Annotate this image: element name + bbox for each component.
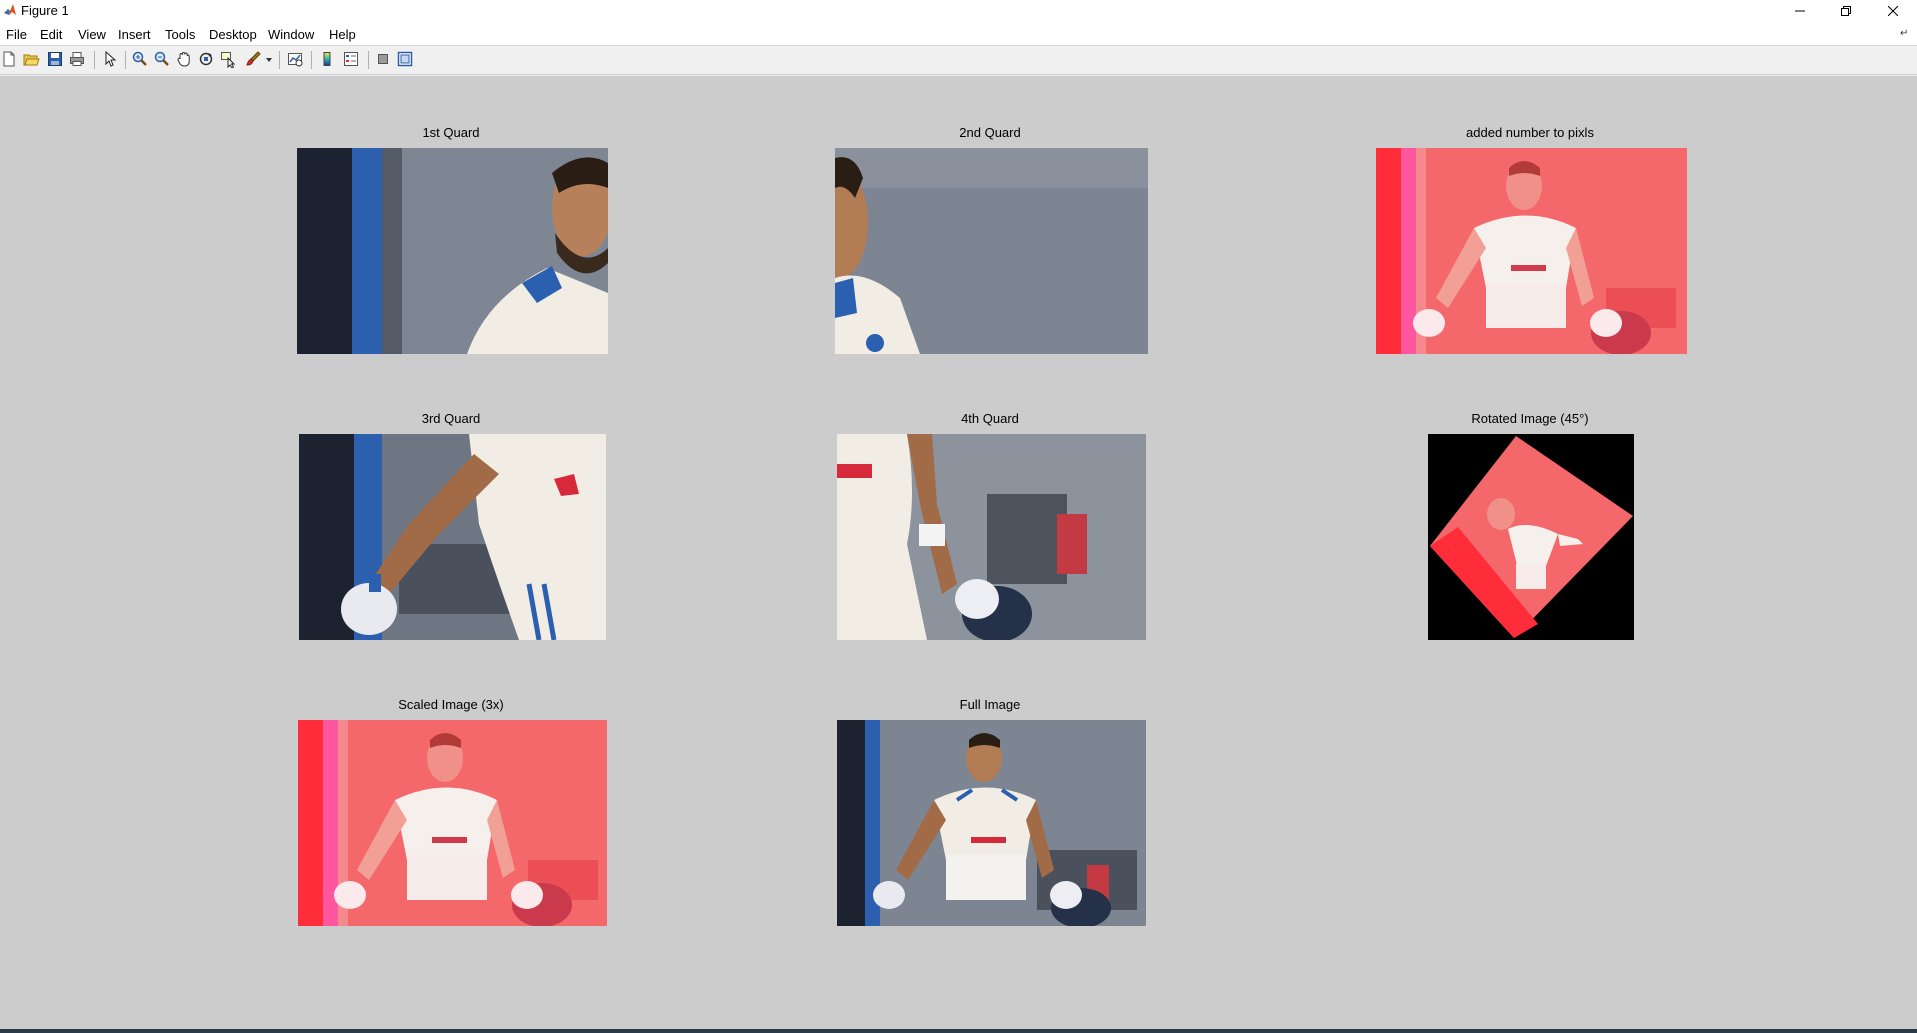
hide-plot-tools-icon[interactable] <box>374 50 392 68</box>
subplot-image-4th-quard[interactable] <box>837 434 1146 640</box>
toolbar-separator <box>311 51 312 69</box>
subplot-title-full-image: Full Image <box>959 697 1021 712</box>
subplot-title-3rd-quard: 3rd Quard <box>421 411 481 426</box>
menu-tools[interactable]: Tools <box>165 27 195 42</box>
restore-icon <box>1841 6 1851 16</box>
subplot-image-1st-quard[interactable] <box>297 148 608 354</box>
open-file-icon[interactable] <box>22 50 40 68</box>
subplot-image-scaled-image[interactable] <box>298 720 607 926</box>
subplot-title-4th-quard: 4th Quard <box>961 411 1019 426</box>
zoom-out-icon[interactable] <box>153 50 171 68</box>
subplot-title-rotated-image: Rotated Image (45°) <box>1471 411 1589 426</box>
close-button[interactable] <box>1870 0 1916 22</box>
close-icon <box>1888 6 1898 16</box>
print-icon[interactable] <box>68 50 86 68</box>
menu-bar: File Edit View Insert Tools Desktop Wind… <box>0 22 1917 46</box>
subplot-image-rotated-image[interactable] <box>1428 434 1634 640</box>
window-title: Figure 1 <box>21 3 69 18</box>
subplot-title-scaled-image: Scaled Image (3x) <box>398 697 504 712</box>
data-cursor-icon[interactable] <box>219 50 237 68</box>
minimize-icon <box>1795 10 1805 12</box>
menu-edit[interactable]: Edit <box>40 27 62 42</box>
brush-dropdown-icon[interactable] <box>265 56 273 64</box>
colorbar-icon[interactable] <box>318 50 336 68</box>
subplot-image-2nd-quard[interactable] <box>835 148 1148 354</box>
menu-help[interactable]: Help <box>329 27 356 42</box>
subplot-title-added-number: added number to pixls <box>1466 125 1594 140</box>
show-plot-tools-icon[interactable] <box>396 50 414 68</box>
menu-file[interactable]: File <box>6 27 27 42</box>
new-figure-icon[interactable] <box>0 50 18 68</box>
toolbar-separator <box>279 51 280 69</box>
zoom-in-icon[interactable] <box>131 50 149 68</box>
window-titlebar: Figure 1 <box>0 0 1917 22</box>
legend-icon[interactable] <box>342 50 360 68</box>
subplot-title-1st-quard: 1st Quard <box>422 125 480 140</box>
save-icon[interactable] <box>46 50 64 68</box>
link-plot-icon[interactable] <box>286 50 304 68</box>
toolbar-separator <box>94 51 95 69</box>
restore-button[interactable] <box>1823 0 1869 22</box>
dock-figure-icon[interactable]: ↵ <box>1900 28 1908 39</box>
subplot-image-3rd-quard[interactable] <box>299 434 606 640</box>
subplot-image-full-image[interactable] <box>837 720 1146 926</box>
toolbar-separator <box>125 51 126 69</box>
minimize-button[interactable] <box>1777 0 1823 22</box>
pan-icon[interactable] <box>175 50 193 68</box>
subplot-image-added-number[interactable] <box>1376 148 1687 354</box>
menu-insert[interactable]: Insert <box>118 27 151 42</box>
figure-toolbar <box>0 47 1917 75</box>
menu-window[interactable]: Window <box>268 27 314 42</box>
edit-plot-icon[interactable] <box>101 50 119 68</box>
menu-view[interactable]: View <box>78 27 106 42</box>
matlab-logo-icon <box>4 4 16 15</box>
menu-desktop[interactable]: Desktop <box>209 27 257 42</box>
brush-icon[interactable] <box>244 50 262 68</box>
rotate-3d-icon[interactable] <box>197 50 215 68</box>
subplot-title-2nd-quard: 2nd Quard <box>959 125 1021 140</box>
window-bottom-border <box>0 1029 1917 1033</box>
toolbar-separator <box>368 51 369 69</box>
